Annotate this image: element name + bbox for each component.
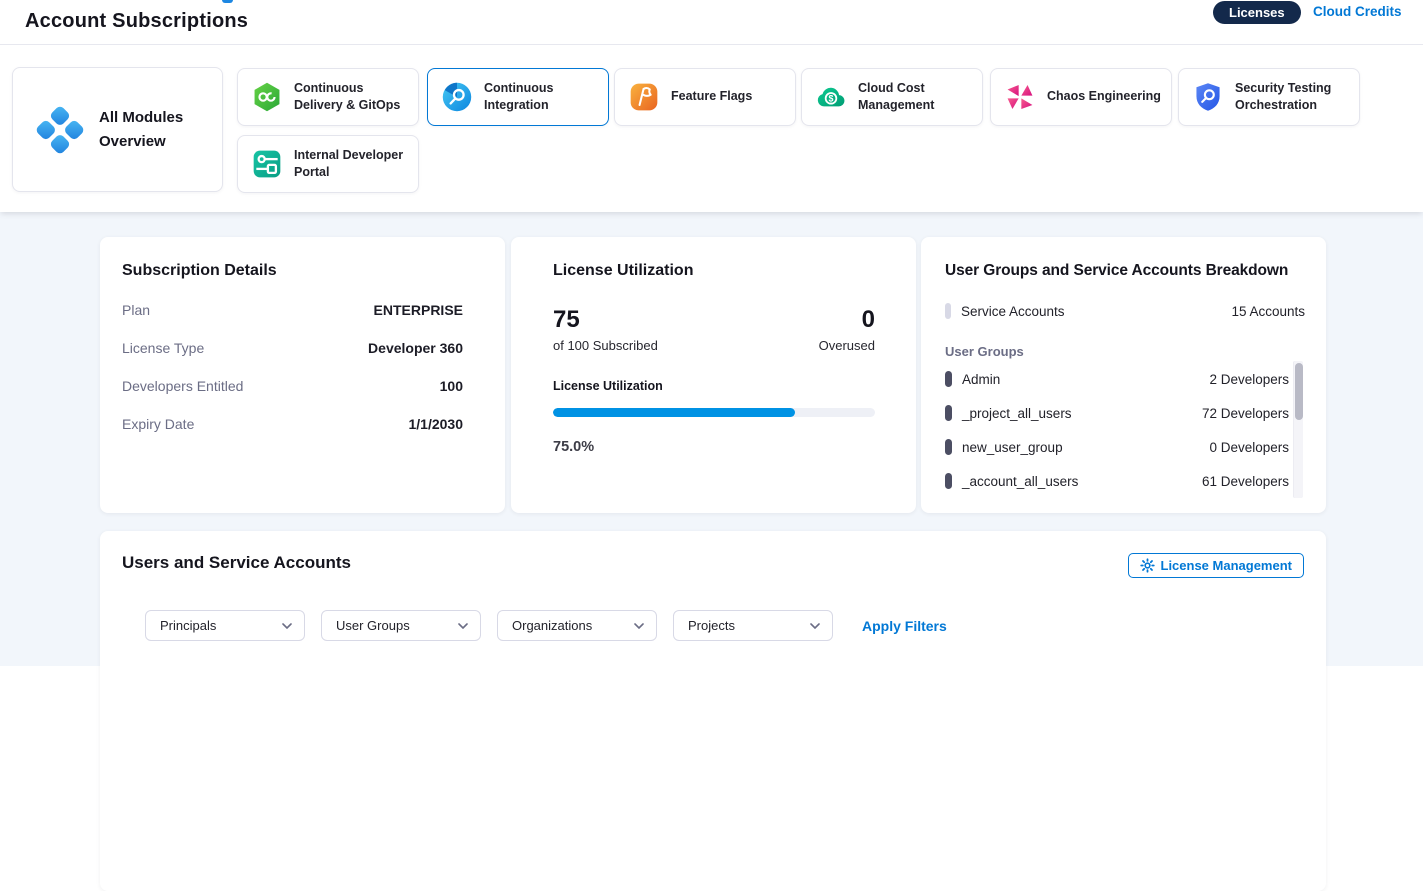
breakdown-card: User Groups and Service Accounts Breakdo… (921, 237, 1326, 513)
groups-scrollbar[interactable] (1293, 361, 1303, 498)
detail-row-developers-entitled: Developers Entitled 100 (122, 378, 463, 394)
principals-filter-dropdown[interactable]: Principals (145, 610, 305, 641)
users-and-service-accounts-card: Users and Service Accounts License Manag… (100, 531, 1326, 891)
module-card-cloud-cost[interactable]: $ Cloud Cost Management (801, 68, 983, 126)
organizations-filter-dropdown[interactable]: Organizations (497, 610, 657, 641)
detail-row-license-type: License Type Developer 360 (122, 340, 463, 356)
license-utilization-card: License Utilization 75 of 100 Subscribed… (511, 237, 916, 513)
module-card-continuous-integration[interactable]: Continuous Integration (427, 68, 609, 126)
module-card-internal-developer-portal[interactable]: Internal Developer Portal (237, 135, 419, 193)
overused-caption: Overused (819, 338, 875, 353)
utilization-numbers: 75 of 100 Subscribed 0 Overused (553, 307, 875, 353)
module-card-label: Feature Flags (671, 88, 752, 106)
utilization-bar-fill (553, 408, 795, 417)
used-count: 75 (553, 307, 658, 333)
module-selector-strip: All Modules Overview Continuous Delivery… (0, 45, 1423, 212)
service-accounts-row: Service Accounts 15 Accounts (945, 303, 1305, 319)
subscription-details-card: Subscription Details Plan ENTERPRISE Lic… (100, 237, 505, 513)
module-card-label: Cloud Cost Management (858, 80, 974, 115)
page-header: Account Subscriptions Licenses Cloud Cre… (0, 0, 1423, 45)
users-section-title: Users and Service Accounts (122, 553, 351, 573)
module-card-label: Continuous Delivery & GitOps (294, 80, 410, 115)
module-card-label: Internal Developer Portal (294, 147, 410, 182)
detail-row-plan: Plan ENTERPRISE (122, 302, 463, 318)
user-groups-heading: User Groups (945, 344, 1305, 359)
chevron-down-icon (282, 623, 292, 629)
utilization-bar-label: License Utilization (553, 379, 875, 393)
group-marker (945, 439, 952, 455)
page-title: Account Subscriptions (25, 10, 248, 33)
chevron-down-icon (810, 623, 820, 629)
overused-block: 0 Overused (819, 307, 875, 353)
group-row-account-all-users: _account_all_users 61 Developers (945, 473, 1305, 489)
licenses-tab[interactable]: Licenses (1213, 1, 1301, 24)
group-marker (945, 405, 952, 421)
service-accounts-marker (945, 303, 951, 319)
module-card-chaos-engineering[interactable]: Chaos Engineering (990, 68, 1172, 126)
module-card-label: Chaos Engineering (1047, 88, 1161, 106)
filters-row: Principals User Groups Organizations Pro… (145, 610, 947, 641)
content-area: Subscription Details Plan ENTERPRISE Lic… (0, 212, 1423, 666)
used-caption: of 100 Subscribed (553, 338, 658, 353)
used-block: 75 of 100 Subscribed (553, 307, 658, 353)
chevron-down-icon (634, 623, 644, 629)
chaos-engineering-icon (1004, 81, 1036, 113)
user-groups-filter-dropdown[interactable]: User Groups (321, 610, 481, 641)
cloud-cost-icon: $ (815, 81, 847, 113)
groups-scrollbar-thumb[interactable] (1295, 363, 1303, 420)
module-card-security-testing[interactable]: Security Testing Orchestration (1178, 68, 1360, 126)
security-testing-icon (1192, 81, 1224, 113)
cloud-credits-tab[interactable]: Cloud Credits (1313, 4, 1402, 19)
license-utilization-title: License Utilization (553, 262, 875, 280)
module-card-cd-gitops[interactable]: Continuous Delivery & GitOps (237, 68, 419, 126)
chevron-down-icon (458, 623, 468, 629)
module-card-feature-flags[interactable]: Feature Flags (614, 68, 796, 126)
utilization-bar-track (553, 408, 875, 417)
overused-count: 0 (819, 307, 875, 333)
module-card-label: Continuous Integration (484, 80, 600, 115)
group-row-new-user-group: new_user_group 0 Developers (945, 439, 1305, 455)
detail-row-expiry-date: Expiry Date 1/1/2030 (122, 416, 463, 432)
projects-filter-dropdown[interactable]: Projects (673, 610, 833, 641)
breakdown-title: User Groups and Service Accounts Breakdo… (945, 262, 1305, 280)
apply-filters-link[interactable]: Apply Filters (862, 618, 947, 634)
module-card-label: Security Testing Orchestration (1235, 80, 1351, 115)
clipped-element-fragment (222, 0, 233, 3)
subscription-details-title: Subscription Details (122, 262, 463, 280)
all-modules-overview-label: All Modules Overview (99, 106, 205, 153)
all-modules-logo-icon (34, 104, 86, 156)
group-marker (945, 473, 952, 489)
license-management-button[interactable]: License Management (1128, 553, 1305, 578)
continuous-integration-icon (441, 81, 473, 113)
svg-text:$: $ (829, 93, 834, 103)
group-row-project-all-users: _project_all_users 72 Developers (945, 405, 1305, 421)
group-row-admin: Admin 2 Developers (945, 371, 1305, 387)
group-marker (945, 371, 952, 387)
cd-gitops-icon (251, 81, 283, 113)
license-management-label: License Management (1161, 558, 1293, 573)
gear-icon (1140, 558, 1155, 573)
internal-developer-portal-icon (251, 148, 283, 180)
all-modules-overview-card[interactable]: All Modules Overview (12, 67, 223, 192)
feature-flags-icon (628, 81, 660, 113)
utilization-percent: 75.0% (553, 439, 875, 455)
